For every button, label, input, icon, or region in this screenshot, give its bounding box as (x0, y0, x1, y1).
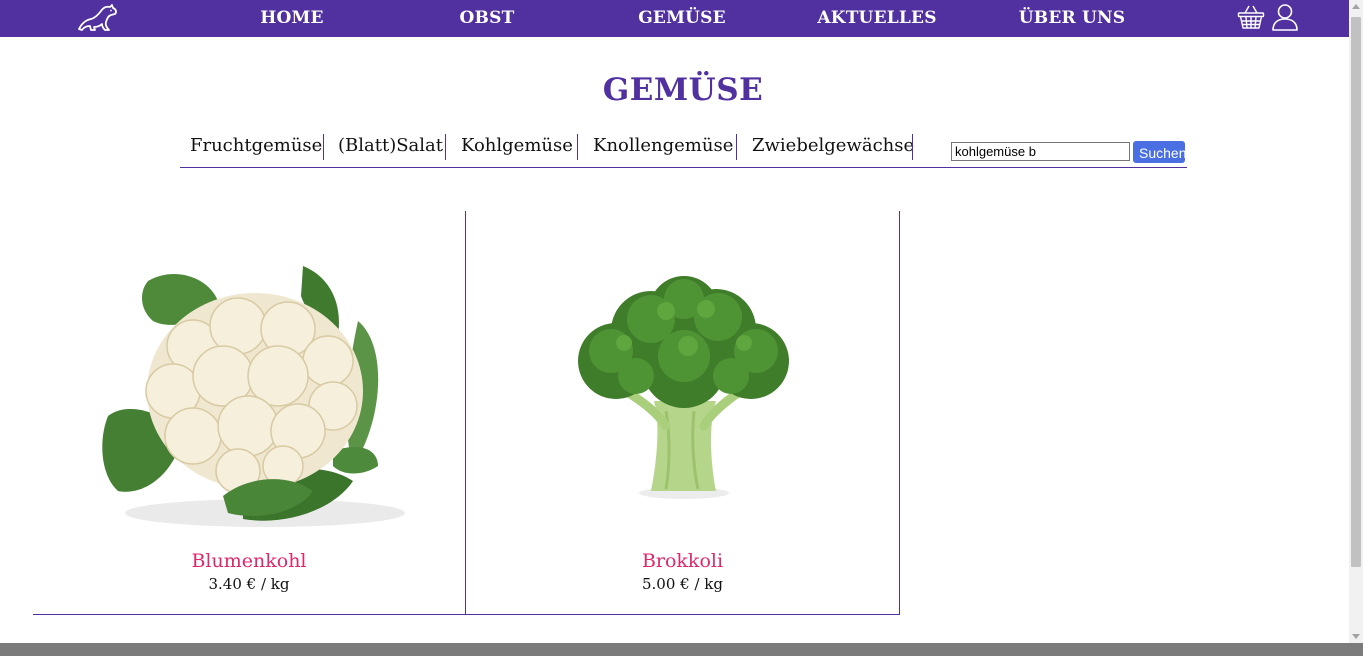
category-kohlgemuese[interactable]: Kohlgemüse (461, 133, 573, 159)
category-separator (736, 134, 737, 160)
nav-obst[interactable]: OBST (460, 0, 515, 37)
nav-home[interactable]: HOME (260, 0, 323, 37)
product-name[interactable]: Blumenkohl (33, 550, 465, 572)
category-separator (577, 134, 578, 160)
category-fruchtgemuese[interactable]: Fruchtgemüse (190, 133, 322, 159)
category-zwiebelgewaechse[interactable]: Zwiebelgewächse (752, 133, 914, 159)
product-name[interactable]: Brokkoli (466, 550, 899, 572)
scroll-down-arrow-icon[interactable] (1352, 634, 1360, 639)
top-navigation: HOME OBST GEMÜSE AKTUELLES ÜBER UNS (0, 0, 1349, 37)
category-bar: Fruchtgemüse (Blatt)Salat Kohlgemüse Kno… (180, 131, 1187, 168)
basket-icon[interactable] (1237, 4, 1265, 30)
nav-gemuese[interactable]: GEMÜSE (638, 0, 726, 37)
user-icon[interactable] (1271, 3, 1299, 31)
scroll-up-arrow-icon[interactable] (1352, 4, 1360, 9)
product-price: 5.00 € / kg (642, 575, 723, 593)
category-separator (445, 134, 446, 160)
broccoli-image[interactable] (466, 251, 899, 541)
product-price: 3.40 € / kg (208, 575, 290, 593)
footer-bar (0, 643, 1363, 656)
ferret-logo-icon[interactable] (76, 3, 118, 33)
nav-aktuelles[interactable]: AKTUELLES (817, 0, 936, 37)
search-button[interactable]: Suchen (1133, 141, 1186, 163)
nav-ueber-uns[interactable]: ÜBER UNS (1019, 0, 1125, 37)
page-title: GEMÜSE (602, 72, 764, 108)
cauliflower-image[interactable] (33, 251, 465, 541)
category-blattsalat[interactable]: (Blatt)Salat (338, 133, 443, 159)
product-card[interactable]: Brokkoli 5.00 € / kg (466, 211, 900, 615)
search-input[interactable] (951, 142, 1130, 161)
product-card[interactable]: Blumenkohl 3.40 € / kg (33, 211, 466, 615)
category-knollengemuese[interactable]: Knollengemüse (593, 133, 733, 159)
category-separator (912, 134, 913, 160)
category-separator (323, 134, 324, 160)
